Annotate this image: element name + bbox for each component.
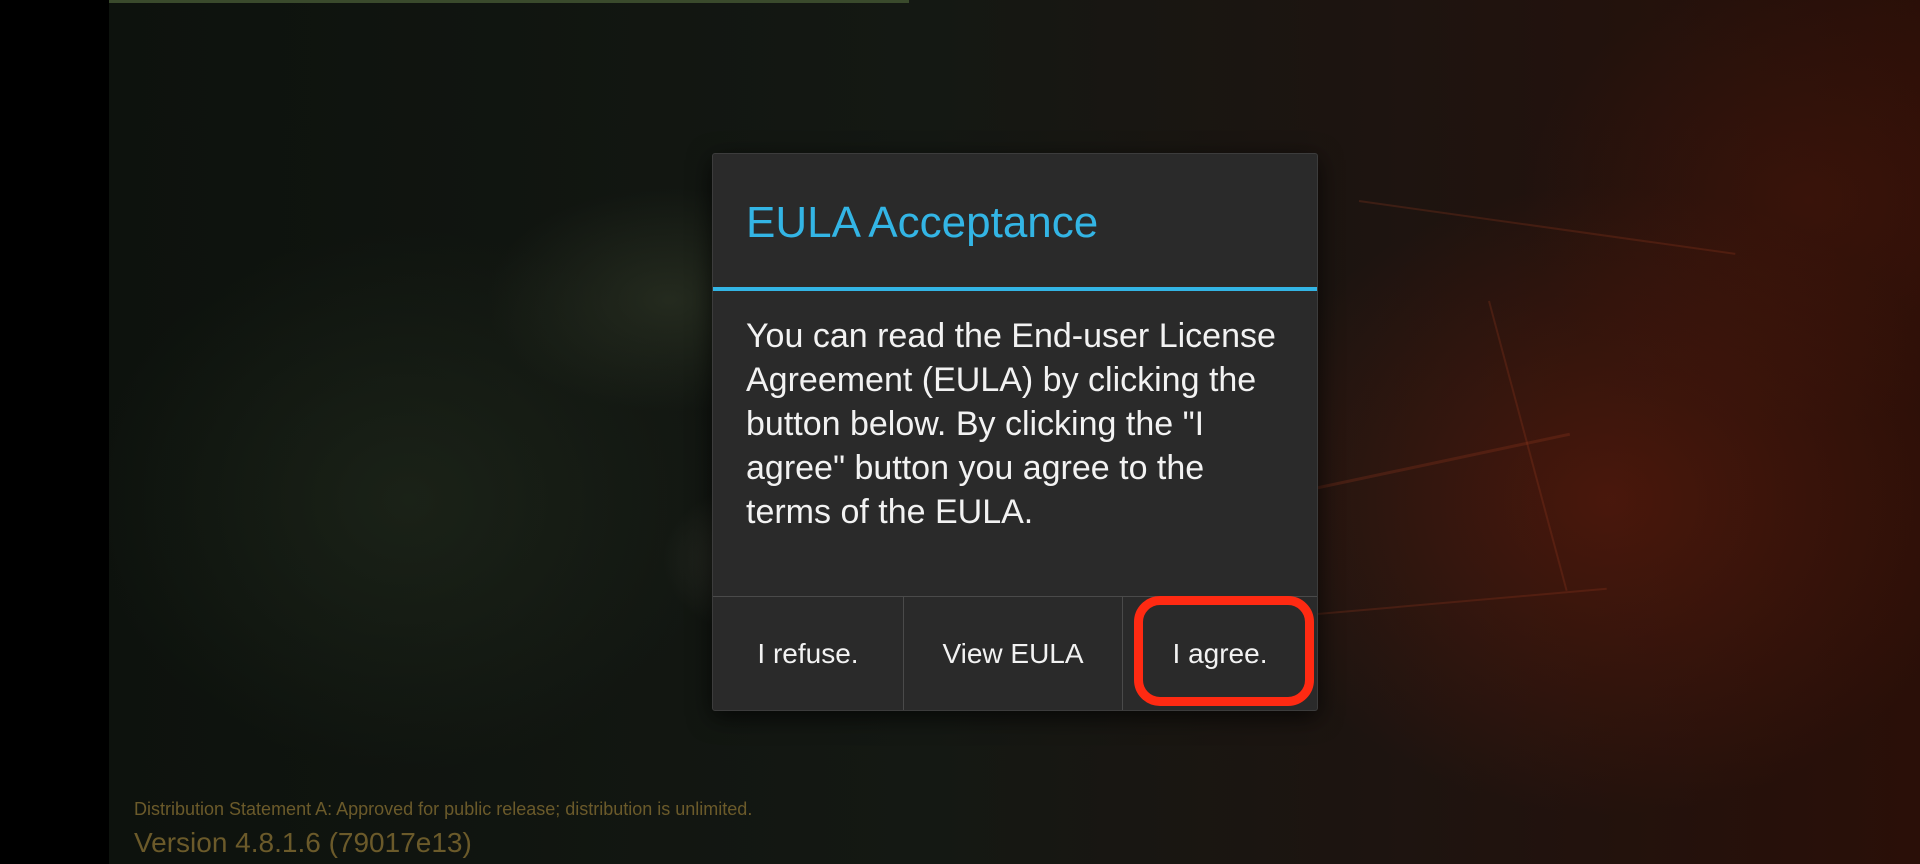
app-screen: Distribution Statement A: Approved for p… <box>0 0 1920 864</box>
dialog-message: You can read the End-user License Agreem… <box>746 317 1276 531</box>
dialog-button-bar: I refuse. View EULA I agree. <box>713 596 1317 710</box>
view-eula-button[interactable]: View EULA <box>904 597 1123 710</box>
distribution-statement: Distribution Statement A: Approved for p… <box>134 799 753 819</box>
agree-button[interactable]: I agree. <box>1123 597 1317 710</box>
title-divider <box>713 287 1317 291</box>
map-road <box>1488 300 1568 592</box>
refuse-button[interactable]: I refuse. <box>713 597 904 710</box>
map-road <box>1358 200 1736 255</box>
eula-dialog: EULA Acceptance You can read the End-use… <box>712 153 1318 711</box>
top-strip <box>109 0 909 3</box>
dialog-title: EULA Acceptance <box>746 198 1099 247</box>
version-label: Version 4.8.1.6 (79017e13) <box>134 827 472 858</box>
